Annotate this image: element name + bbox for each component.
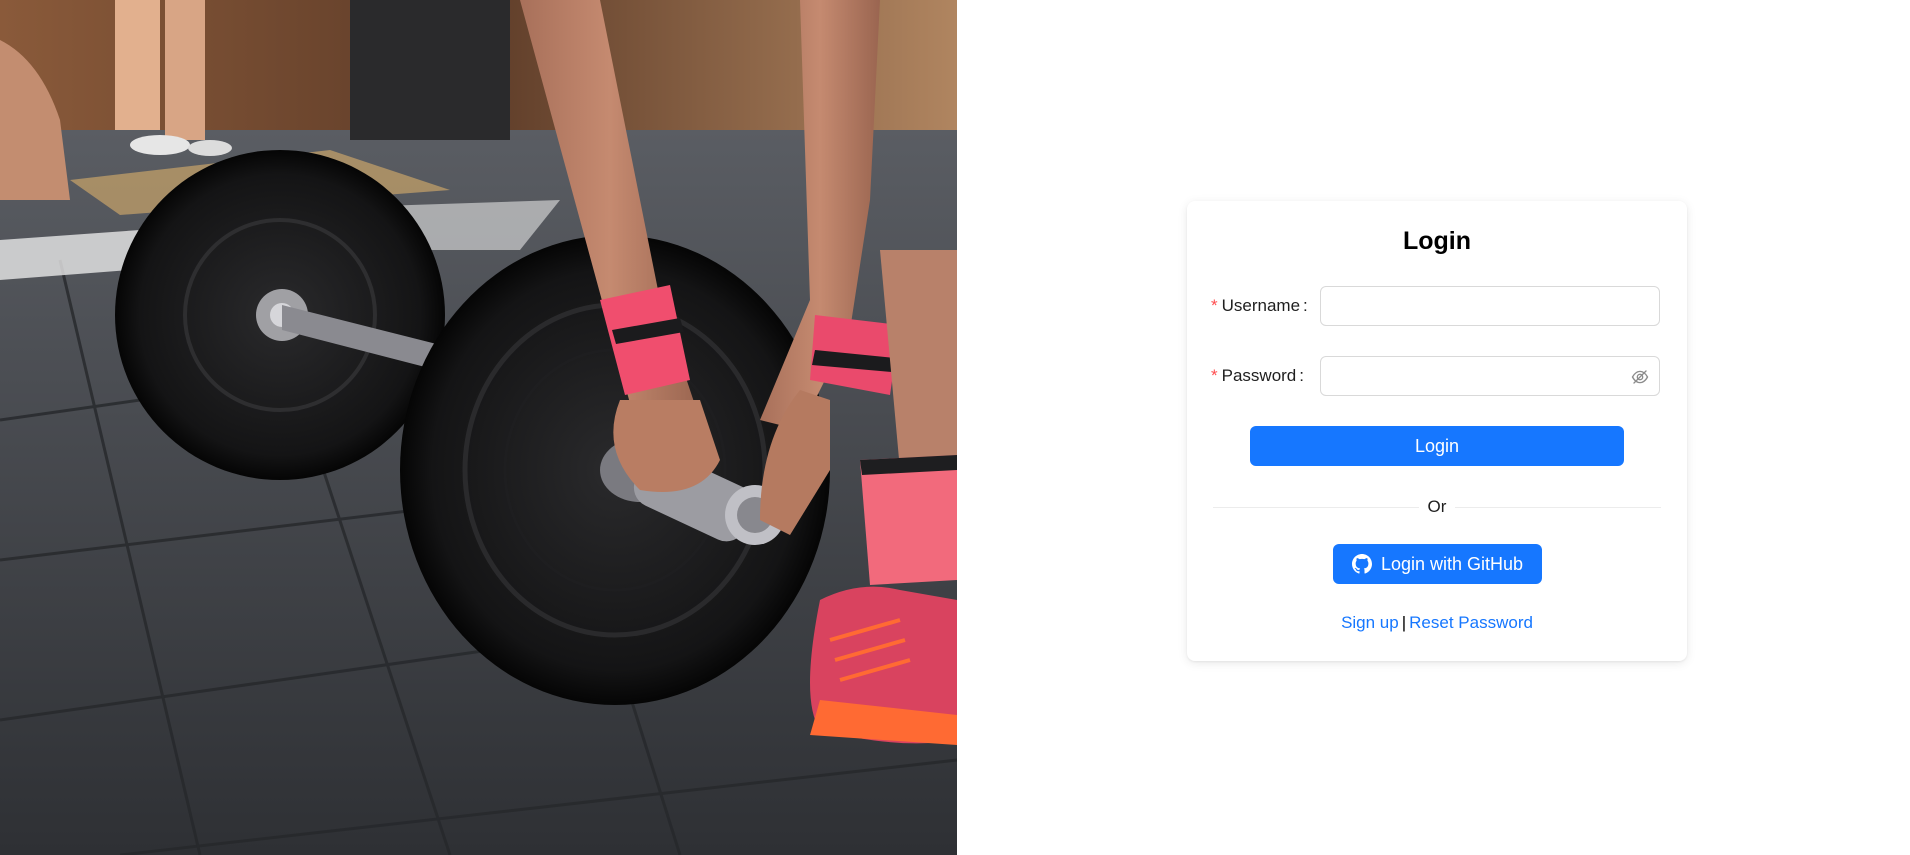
password-required-mark: *: [1211, 366, 1218, 385]
login-page: Login * Username: * Password: Login Or L…: [0, 0, 1910, 855]
password-input[interactable]: [1321, 357, 1659, 395]
github-icon: [1351, 554, 1372, 574]
username-input-wrapper: [1320, 286, 1660, 326]
auth-links: Sign up | Reset Password: [1187, 613, 1687, 633]
username-label-text: Username: [1221, 296, 1301, 315]
github-button-label: Login with GitHub: [1380, 553, 1524, 574]
hero-image: [0, 0, 957, 855]
login-button[interactable]: Login: [1250, 426, 1624, 466]
password-label-text: Password: [1221, 366, 1297, 385]
reset-password-link[interactable]: Reset Password: [1409, 613, 1533, 632]
password-input-wrapper: [1320, 356, 1660, 396]
eye-invisible-icon[interactable]: [1631, 368, 1649, 386]
password-label: * Password:: [1211, 356, 1304, 396]
links-separator: |: [1401, 613, 1407, 632]
username-label-colon: :: [1303, 296, 1308, 315]
login-card: Login * Username: * Password: Login Or L…: [1187, 201, 1687, 661]
login-title: Login: [1402, 227, 1472, 255]
username-required-mark: *: [1211, 296, 1218, 315]
password-form-item: * Password:: [1211, 356, 1663, 396]
gym-deadlift-illustration: [0, 0, 957, 855]
signup-link[interactable]: Sign up: [1341, 613, 1399, 632]
username-input[interactable]: [1321, 287, 1659, 325]
login-with-github-button[interactable]: Login with GitHub: [1333, 544, 1542, 584]
password-label-colon: :: [1299, 366, 1304, 385]
divider-text: Or: [1427, 497, 1447, 516]
username-form-item: * Username:: [1211, 286, 1663, 326]
or-divider: Or: [1213, 497, 1661, 517]
username-label: * Username:: [1211, 286, 1308, 326]
